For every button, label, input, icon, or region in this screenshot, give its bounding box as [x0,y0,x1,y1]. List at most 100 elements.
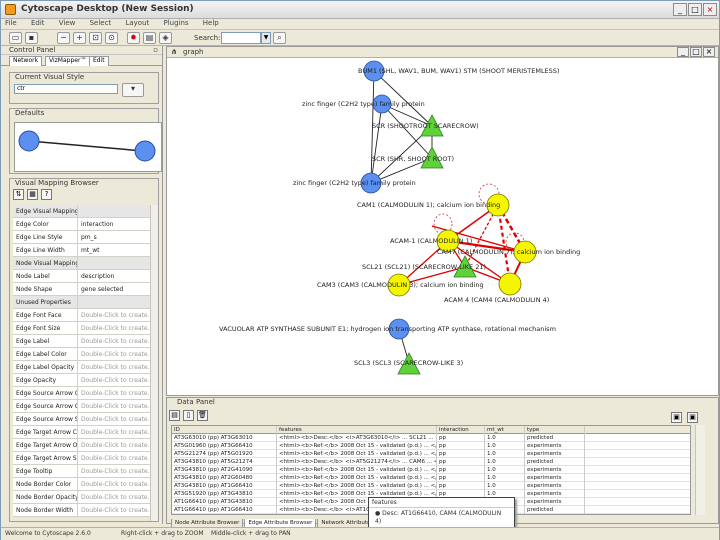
zoom-out-icon[interactable]: − [57,32,70,44]
table-row[interactable]: AT3G43810 (pp) AT1G66410 <html><b>Ref:</b… [172,482,690,490]
table-cell[interactable]: predicted [525,458,585,466]
table-cell[interactable]: experiments [525,442,585,450]
mapping-property-value[interactable]: Double-Click to create... [79,452,156,465]
table-cell[interactable]: AT3G43810 (pp) AT5G21274 [172,458,277,466]
table-cell[interactable]: <html><b>Ref:</b> 2008 Oct 15 - validate… [277,482,437,490]
table-cell[interactable]: AT3G43810 (pp) AT2G60480 [172,474,277,482]
mapping-row[interactable]: Edge Tooltip Double-Click to create... [13,465,156,478]
mapping-row[interactable]: Node Border Color Double-Click to create.… [13,478,156,491]
table-cell[interactable]: <html><b>Ref:</b> 2008 Oct 15 - validate… [277,442,437,450]
mapping-row[interactable]: Edge Label Double-Click to create... [13,335,156,348]
table-cell[interactable]: experiments [525,466,585,474]
mapping-row[interactable]: Edge Font Size Double-Click to create... [13,322,156,335]
mapping-row[interactable]: Edge Line Style pm_s [13,231,156,244]
categorize-icon[interactable]: ▦ [27,189,38,200]
mapping-property-value[interactable]: Double-Click to create... [79,348,156,361]
menu-select[interactable]: Select [90,19,112,27]
table-cell[interactable]: pp [437,482,485,490]
menu-help[interactable]: Help [203,19,219,27]
mapping-row[interactable]: Edge Label Color Double-Click to create..… [13,348,156,361]
mapping-row[interactable]: Node Shape gene selected [13,283,156,296]
export-icon[interactable]: ▣ [687,412,698,423]
mapping-property-value[interactable]: Double-Click to create... [79,361,156,374]
table-row[interactable]: AT3G43810 (pp) AT2G41090 <html><b>Ref:</b… [172,466,690,474]
tab-vizmapper[interactable]: VizMapper™ [45,56,91,66]
col-type[interactable]: type [525,426,585,434]
data-table-scrollbar[interactable] [695,425,705,515]
table-cell[interactable]: AT3G51920 (pp) AT3G43810 [172,490,277,498]
mapping-row[interactable]: Edge Target Arrow OpacityDouble-Click to… [13,439,156,452]
table-cell[interactable]: pp [437,458,485,466]
table-cell[interactable]: <html><b>Ref:</b> 2008 Oct 15 - validate… [277,466,437,474]
mapping-row[interactable]: Edge Target Arrow ColorDouble-Click to c… [13,426,156,439]
mapping-property-value[interactable]: Double-Click to create... [79,413,156,426]
float-panel-icon[interactable]: ▫ [153,46,158,54]
table-cell[interactable]: experiments [525,498,585,506]
new-attribute-icon[interactable]: ▯ [183,410,194,421]
network-maximize-button[interactable]: □ [690,47,702,57]
network-canvas[interactable]: BUM1 (SHL, WAV1, BUM, WAV1) STM (SHOOT M… [167,58,718,395]
table-cell[interactable]: 1.0 [485,474,525,482]
search-input[interactable] [221,32,261,44]
mapping-property-value[interactable]: interaction [79,218,156,231]
mapping-row[interactable]: Node Border Opacity Double-Click to creat… [13,491,156,504]
mapping-property-value[interactable]: gene selected [79,283,156,296]
mapping-row[interactable]: Edge Opacity Double-Click to create... [13,374,156,387]
col-features[interactable]: features [277,426,437,434]
save-session-button[interactable]: ▪ [25,32,38,44]
network-close-button[interactable]: × [703,47,715,57]
table-cell[interactable]: AT1G66410 (pp) AT1G66410 [172,506,277,514]
mapping-property-value[interactable]: Double-Click to create... [79,374,156,387]
vizmapper-icon[interactable]: ◈ [159,32,172,44]
zoom-selected-icon[interactable]: ⊡ [89,32,102,44]
defaults-preview[interactable] [14,122,162,172]
tab-edit[interactable]: Edit [89,56,109,66]
mapping-row[interactable]: Edge Source Arrow OpacityDouble-Click to… [13,400,156,413]
search-dropdown-icon[interactable]: ▼ [261,32,271,44]
table-cell[interactable]: experiments [525,450,585,458]
sort-icon[interactable]: ⇅ [13,189,24,200]
menu-file[interactable]: File [5,19,17,27]
mapping-property-value[interactable]: Double-Click to create... [79,335,156,348]
maximize-button[interactable]: □ [688,3,702,16]
select-attributes-icon[interactable]: ▤ [169,410,180,421]
table-cell[interactable]: pp [437,434,485,442]
table-row[interactable]: AT3G63010 (pp) AT3G63010 <html><b>Desc:</… [172,434,690,442]
mapping-property-value[interactable]: pm_s [79,231,156,244]
mapping-scrollbar[interactable] [150,205,158,521]
table-cell[interactable]: AT5G01960 (pp) AT3G66410 [172,442,277,450]
menu-edit[interactable]: Edit [31,19,45,27]
table-row[interactable]: AT5G21274 (pp) AT5G01920 <html><b>Ref:</b… [172,450,690,458]
mapping-property-value[interactable]: Double-Click to create... [79,439,156,452]
mapping-row[interactable]: Node Label description [13,270,156,283]
col-interaction[interactable]: interaction [437,426,485,434]
table-cell[interactable]: AT3G63010 (pp) AT3G63010 [172,434,277,442]
table-cell[interactable]: experiments [525,482,585,490]
col-id[interactable]: ID [172,426,277,434]
table-cell[interactable]: pp [437,474,485,482]
table-cell[interactable]: <html><b>Ref:</b> 2008 Oct 15 - validate… [277,450,437,458]
table-cell[interactable]: AT3G43810 (pp) AT1G66410 [172,482,277,490]
mapping-property-value[interactable]: Double-Click to create... [79,400,156,413]
table-row[interactable]: AT3G43810 (pp) AT5G21274 <html><b>Desc:</… [172,458,690,466]
layout-icon[interactable]: ▤ [143,32,156,44]
table-cell[interactable]: 1.0 [485,466,525,474]
mapping-property-value[interactable]: description [79,270,156,283]
import-icon[interactable]: ▣ [671,412,682,423]
mapping-row[interactable]: Edge Line Width mt_wt [13,244,156,257]
table-cell[interactable]: <html><b>Desc:</b> <i>AT5G21274</i> ... … [277,458,437,466]
table-cell[interactable]: 1.0 [485,434,525,442]
tab-network[interactable]: Network [9,56,43,66]
table-cell[interactable]: 1.0 [485,450,525,458]
close-button[interactable]: × [703,3,717,16]
mapping-property-value[interactable]: Double-Click to create... [79,478,156,491]
table-cell[interactable]: AT5G21274 (pp) AT5G01920 [172,450,277,458]
table-cell[interactable]: <html><b>Ref:</b> 2008 Oct 15 - validate… [277,474,437,482]
style-options-button[interactable]: ▾ [122,83,144,97]
menu-view[interactable]: View [59,19,76,27]
search-options-icon[interactable]: ⌕ [273,32,286,44]
table-cell[interactable]: <html><b>Desc:</b> <i>AT3G63010</i> ... … [277,434,437,442]
table-cell[interactable]: predicted [525,506,585,514]
visual-style-select[interactable]: ctr [14,84,118,94]
mapping-row[interactable]: Edge Source Arrow ColorDouble-Click to c… [13,387,156,400]
